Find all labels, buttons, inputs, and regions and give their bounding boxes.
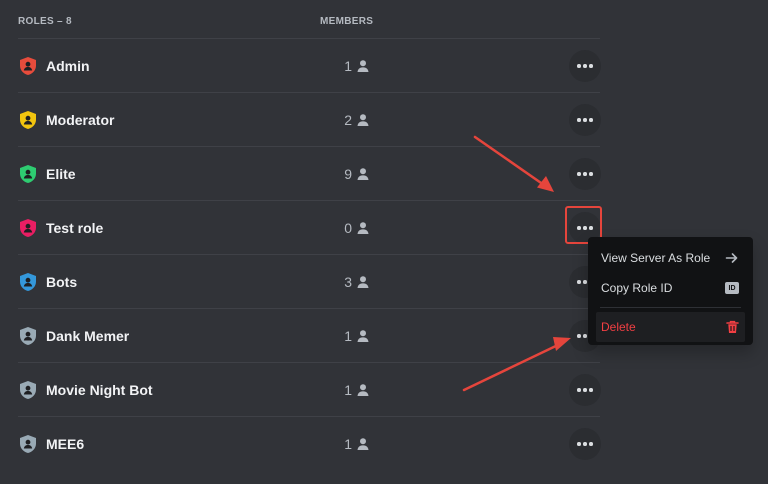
role-member-count: 2 — [344, 112, 352, 128]
role-row[interactable]: Moderator 2 — [18, 92, 601, 146]
role-shield-icon — [20, 219, 36, 237]
role-name: Elite — [46, 166, 76, 182]
person-icon — [357, 60, 369, 72]
role-name: Movie Night Bot — [46, 382, 153, 398]
role-more-options-button[interactable] — [569, 50, 601, 82]
role-row[interactable]: Admin 1 — [18, 38, 601, 92]
role-shield-icon — [20, 111, 36, 129]
role-shield-icon — [20, 435, 36, 453]
more-dots-icon — [577, 118, 593, 122]
person-icon — [357, 384, 369, 396]
role-name: Test role — [46, 220, 104, 236]
role-more-options-button[interactable] — [569, 104, 601, 136]
role-shield-icon — [20, 57, 36, 75]
role-name: Admin — [46, 58, 90, 74]
role-member-count: 1 — [344, 58, 352, 74]
role-more-options-button[interactable] — [569, 158, 601, 190]
role-member-count: 9 — [344, 166, 352, 182]
annotation-highlight-delete — [588, 237, 753, 345]
role-name: Bots — [46, 274, 78, 290]
role-row[interactable]: Bots 3 — [18, 254, 601, 308]
person-icon — [357, 330, 369, 342]
person-icon — [357, 114, 369, 126]
role-shield-icon — [20, 381, 36, 399]
person-icon — [357, 222, 369, 234]
role-member-count: 0 — [344, 220, 352, 236]
role-shield-icon — [20, 273, 36, 291]
role-name: Dank Memer — [46, 328, 130, 344]
role-row[interactable]: MEE6 1 — [18, 416, 601, 470]
role-more-options-button[interactable] — [569, 374, 601, 406]
roles-table-header: ROLES – 8 MEMBERS — [18, 16, 600, 38]
role-member-count: 3 — [344, 274, 352, 290]
members-column-header: MEMBERS — [320, 16, 374, 27]
more-dots-icon — [577, 172, 593, 176]
person-icon — [357, 168, 369, 180]
role-name: Moderator — [46, 112, 115, 128]
role-row[interactable]: Elite 9 — [18, 146, 601, 200]
more-dots-icon — [577, 442, 593, 446]
person-icon — [357, 438, 369, 450]
role-row[interactable]: Test role 0 — [18, 200, 601, 254]
role-member-count: 1 — [344, 436, 352, 452]
role-row[interactable]: Movie Night Bot 1 — [18, 362, 601, 416]
more-dots-icon — [577, 388, 593, 392]
role-row[interactable]: Dank Memer 1 — [18, 308, 601, 362]
roles-list: Admin 1 Moderator 2 Elite 9 Test role 0 … — [18, 38, 601, 470]
role-member-count: 1 — [344, 328, 352, 344]
role-more-options-button[interactable] — [569, 428, 601, 460]
more-dots-icon — [577, 64, 593, 68]
role-name: MEE6 — [46, 436, 85, 452]
roles-count-header: ROLES – 8 — [18, 16, 72, 27]
role-shield-icon — [20, 327, 36, 345]
person-icon — [357, 276, 369, 288]
role-member-count: 1 — [344, 382, 352, 398]
role-shield-icon — [20, 165, 36, 183]
more-dots-icon — [577, 226, 593, 230]
